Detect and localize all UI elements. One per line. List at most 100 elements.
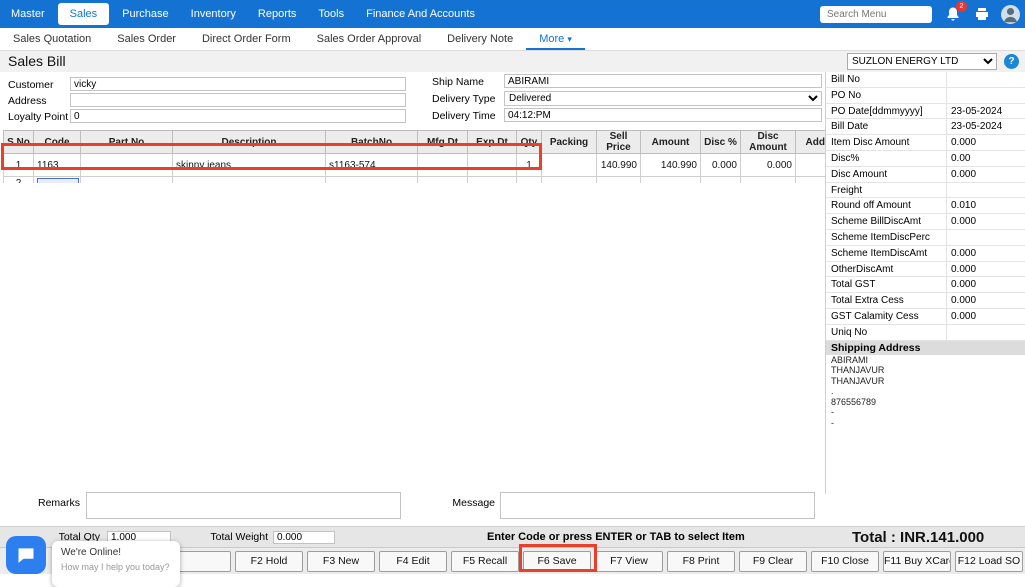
cell-description[interactable]: skinny jeans: [173, 154, 326, 177]
summary-field-value[interactable]: [946, 230, 1025, 245]
item-entry-hint: Enter Code or press ENTER or TAB to sele…: [487, 527, 745, 548]
fkey-f12-load-so[interactable]: F12 Load SO: [955, 551, 1023, 572]
cell-addl-tax[interactable]: [796, 154, 826, 177]
nav-item-inventory[interactable]: Inventory: [180, 0, 247, 28]
cell-code[interactable]: [34, 177, 81, 184]
summary-field-value[interactable]: 23-05-2024: [946, 119, 1025, 134]
cell-amount[interactable]: [641, 177, 701, 184]
cell-disc-amount[interactable]: [741, 177, 796, 184]
cell-batchno[interactable]: s1163-574: [326, 154, 418, 177]
delivery-type-select[interactable]: Delivered: [504, 91, 822, 106]
cell-packing[interactable]: [542, 154, 597, 177]
fkey-f6-save[interactable]: F6 Save: [523, 551, 591, 572]
summary-field-value[interactable]: 0.000: [946, 309, 1025, 324]
cell-mfg-dt[interactable]: [418, 177, 468, 184]
cell-sno[interactable]: 1: [4, 154, 34, 177]
nav-item-sales[interactable]: Sales: [58, 3, 110, 25]
nav-item-tools[interactable]: Tools: [307, 0, 355, 28]
cell-exp-dt[interactable]: [468, 177, 517, 184]
summary-row: Scheme BillDiscAmt0.000: [826, 214, 1025, 230]
cell-disc-amount[interactable]: 0.000: [741, 154, 796, 177]
cell-disc-pct[interactable]: [701, 177, 741, 184]
summary-field-label: PO Date[ddmmyyyy]: [826, 104, 946, 119]
chat-launcher-button[interactable]: [6, 536, 46, 574]
summary-field-value[interactable]: 0.000: [946, 135, 1025, 150]
fkey-f4-edit[interactable]: F4 Edit: [379, 551, 447, 572]
summary-field-value[interactable]: 0.010: [946, 198, 1025, 213]
fkey-f3-new[interactable]: F3 New: [307, 551, 375, 572]
summary-field-value[interactable]: [946, 72, 1025, 87]
cell-description[interactable]: [173, 177, 326, 184]
table-row: 2: [4, 177, 826, 184]
cell-packing[interactable]: [542, 177, 597, 184]
loyalty-point-input[interactable]: [70, 109, 406, 123]
company-select[interactable]: SUZLON ENERGY LTD: [847, 53, 997, 70]
summary-row: Bill No: [826, 72, 1025, 88]
summary-field-value[interactable]: [946, 183, 1025, 198]
nav-item-purchase[interactable]: Purchase: [111, 0, 179, 28]
cell-code[interactable]: 1163: [34, 154, 81, 177]
ship-name-input[interactable]: [504, 74, 822, 88]
cell-sell-price[interactable]: 140.990: [597, 154, 641, 177]
subnav-direct-order-form[interactable]: Direct Order Form: [189, 28, 304, 50]
cell-qty[interactable]: [517, 177, 542, 184]
chat-popup[interactable]: We're Online! How may I help you today?: [52, 541, 180, 587]
fkey-f5-recall[interactable]: F5 Recall: [451, 551, 519, 572]
summary-field-value[interactable]: 0.00: [946, 151, 1025, 166]
address-input[interactable]: [70, 93, 406, 107]
cell-qty[interactable]: 1: [517, 154, 542, 177]
cell-amount[interactable]: 140.990: [641, 154, 701, 177]
message-textarea[interactable]: [500, 492, 815, 519]
summary-row: Disc%0.00: [826, 151, 1025, 167]
fkey-f7-view[interactable]: F7 View: [595, 551, 663, 572]
delivery-time-input[interactable]: [504, 108, 822, 122]
subnav-sales-order[interactable]: Sales Order: [104, 28, 189, 50]
cell-sno[interactable]: 2: [4, 177, 34, 184]
help-icon[interactable]: ?: [1004, 54, 1019, 69]
col-header-batchno: BatchNo: [326, 131, 418, 154]
items-table: S.No Code Part No Description BatchNo Mf…: [3, 130, 825, 183]
cell-exp-dt[interactable]: [468, 154, 517, 177]
cell-mfg-dt[interactable]: [418, 154, 468, 177]
customer-input[interactable]: [70, 77, 406, 91]
nav-item-master[interactable]: Master: [0, 0, 56, 28]
summary-field-value[interactable]: [946, 88, 1025, 103]
search-input[interactable]: [820, 6, 932, 23]
summary-field-value[interactable]: 0.000: [946, 262, 1025, 277]
summary-field-label: OtherDiscAmt: [826, 262, 946, 277]
summary-field-value[interactable]: 23-05-2024: [946, 104, 1025, 119]
subnav-sales-quotation[interactable]: Sales Quotation: [0, 28, 104, 50]
cell-sell-price[interactable]: [597, 177, 641, 184]
cell-part-no[interactable]: [81, 177, 173, 184]
col-header-addl-tax: Addl Ta: [796, 131, 826, 154]
cell-addl-tax[interactable]: [796, 177, 826, 184]
summary-field-value[interactable]: 0.000: [946, 214, 1025, 229]
chevron-down-icon: ▾: [567, 34, 572, 44]
subnav-sales-order-approval[interactable]: Sales Order Approval: [304, 28, 435, 50]
nav-item-finance[interactable]: Finance And Accounts: [355, 0, 486, 28]
summary-field-label: Item Disc Amount: [826, 135, 946, 150]
fkey-f8-print[interactable]: F8 Print: [667, 551, 735, 572]
remarks-textarea[interactable]: [86, 492, 401, 519]
summary-field-label: Disc Amount: [826, 167, 946, 182]
printer-icon[interactable]: [974, 6, 990, 22]
fkey-f10-close[interactable]: F10 Close: [811, 551, 879, 572]
cell-part-no[interactable]: [81, 154, 173, 177]
fkey-f11-buy-xcare[interactable]: F11 Buy XCare: [883, 551, 951, 572]
fkey-f9-clear[interactable]: F9 Clear: [739, 551, 807, 572]
summary-field-value[interactable]: 0.000: [946, 167, 1025, 182]
nav-item-reports[interactable]: Reports: [247, 0, 308, 28]
code-entry-input[interactable]: [37, 178, 79, 183]
subnav-delivery-note[interactable]: Delivery Note: [434, 28, 526, 50]
notification-bell-icon[interactable]: 2: [945, 6, 961, 22]
user-avatar[interactable]: [1001, 5, 1020, 24]
cell-batchno[interactable]: [326, 177, 418, 184]
summary-field-value[interactable]: [946, 325, 1025, 340]
summary-field-value[interactable]: 0.000: [946, 277, 1025, 292]
subnav-more[interactable]: More ▾: [526, 28, 585, 50]
cell-disc-pct[interactable]: 0.000: [701, 154, 741, 177]
total-weight-input[interactable]: [273, 531, 335, 544]
fkey-f2-hold[interactable]: F2 Hold: [235, 551, 303, 572]
summary-field-value[interactable]: 0.000: [946, 293, 1025, 308]
summary-field-value[interactable]: 0.000: [946, 246, 1025, 261]
